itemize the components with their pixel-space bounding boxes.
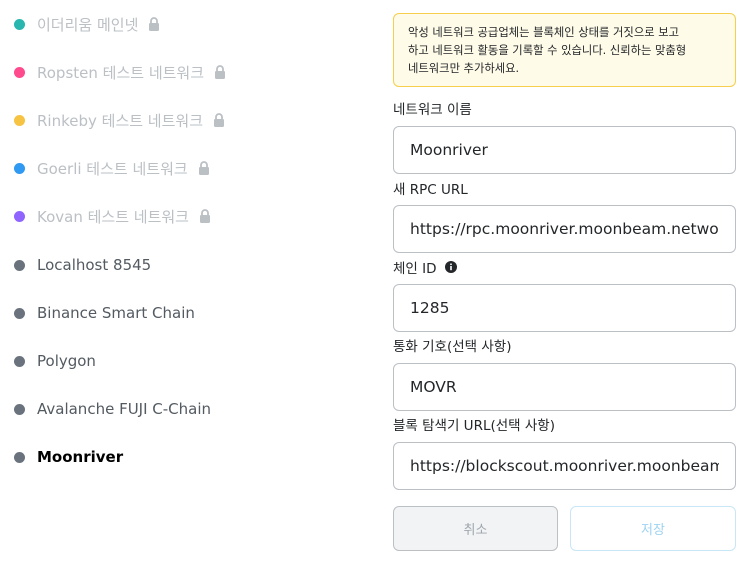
warning-banner: 악성 네트워크 공급업체는 블록체인 상태를 거짓으로 보고 하고 네트워크 활… (393, 13, 736, 87)
currency-symbol-input[interactable] (393, 363, 736, 411)
network-color-dot (14, 162, 25, 174)
network-form: 악성 네트워크 공급업체는 블록체인 상태를 거짓으로 보고 하고 네트워크 활… (393, 0, 736, 574)
network-color-dot (14, 114, 25, 126)
network-label: Avalanche FUJI C-Chain (37, 400, 212, 418)
network-color-dot (14, 259, 25, 271)
warning-text-line: 네트워크만 추가하세요. (408, 62, 520, 75)
network-item-avalanche-fuji[interactable]: Avalanche FUJI C-Chain (0, 385, 380, 433)
network-label: Moonriver (37, 448, 124, 466)
network-name-input[interactable] (393, 126, 736, 174)
lock-icon (198, 161, 210, 175)
network-label: Polygon (37, 352, 96, 370)
block-explorer-label: 블록 탐색기 URL(선택 사항) (393, 418, 555, 434)
network-label: Goerli 테스트 네트워크 (37, 159, 188, 178)
network-color-dot (14, 355, 25, 367)
network-color-dot (14, 403, 25, 415)
cancel-button[interactable]: 취소 (393, 506, 558, 551)
network-item-moonriver[interactable]: Moonriver (0, 433, 380, 481)
network-list: 이더리움 메인넷 Ropsten 테스트 네트워크 Rinkeby 테스트 네트… (0, 0, 380, 574)
network-name-label: 네트워크 이름 (393, 102, 472, 118)
warning-text-line: 악성 네트워크 공급업체는 블록체인 상태를 거짓으로 보고 (408, 26, 679, 39)
network-item-polygon[interactable]: Polygon (0, 337, 380, 385)
lock-icon (148, 17, 160, 31)
chain-id-label-row: 체인 ID (393, 257, 457, 277)
rpc-url-label: 새 RPC URL (393, 182, 468, 198)
network-item-ropsten[interactable]: Ropsten 테스트 네트워크 (0, 48, 380, 96)
network-item-ethereum-mainnet[interactable]: 이더리움 메인넷 (0, 0, 380, 48)
network-label: Localhost 8545 (37, 256, 152, 274)
network-color-dot (14, 451, 25, 463)
network-color-dot (14, 307, 25, 319)
network-color-dot (14, 66, 25, 78)
network-label: Binance Smart Chain (37, 304, 195, 322)
network-item-binance-smart-chain[interactable]: Binance Smart Chain (0, 289, 380, 337)
chain-id-label: 체인 ID (393, 261, 437, 277)
lock-icon (213, 113, 225, 127)
lock-icon (214, 65, 226, 79)
network-item-localhost[interactable]: Localhost 8545 (0, 241, 380, 289)
network-item-kovan[interactable]: Kovan 테스트 네트워크 (0, 192, 380, 240)
network-label: Rinkeby 테스트 네트워크 (37, 111, 204, 130)
chain-id-input[interactable] (393, 284, 736, 332)
save-button[interactable]: 저장 (570, 506, 736, 551)
network-item-goerli[interactable]: Goerli 테스트 네트워크 (0, 144, 380, 192)
info-icon[interactable] (444, 261, 457, 273)
network-label: 이더리움 메인넷 (37, 15, 139, 34)
block-explorer-input[interactable] (393, 442, 736, 490)
lock-icon (199, 209, 211, 223)
network-color-dot (14, 210, 25, 222)
network-label: Kovan 테스트 네트워크 (37, 207, 189, 226)
warning-text-line: 하고 네트워크 활동을 기록할 수 있습니다. 신뢰하는 맞춤형 (408, 44, 687, 57)
rpc-url-input[interactable] (393, 205, 736, 253)
network-item-rinkeby[interactable]: Rinkeby 테스트 네트워크 (0, 96, 380, 144)
currency-symbol-label: 통화 기호(선택 사항) (393, 339, 512, 355)
network-label: Ropsten 테스트 네트워크 (37, 63, 205, 82)
network-color-dot (14, 18, 25, 30)
